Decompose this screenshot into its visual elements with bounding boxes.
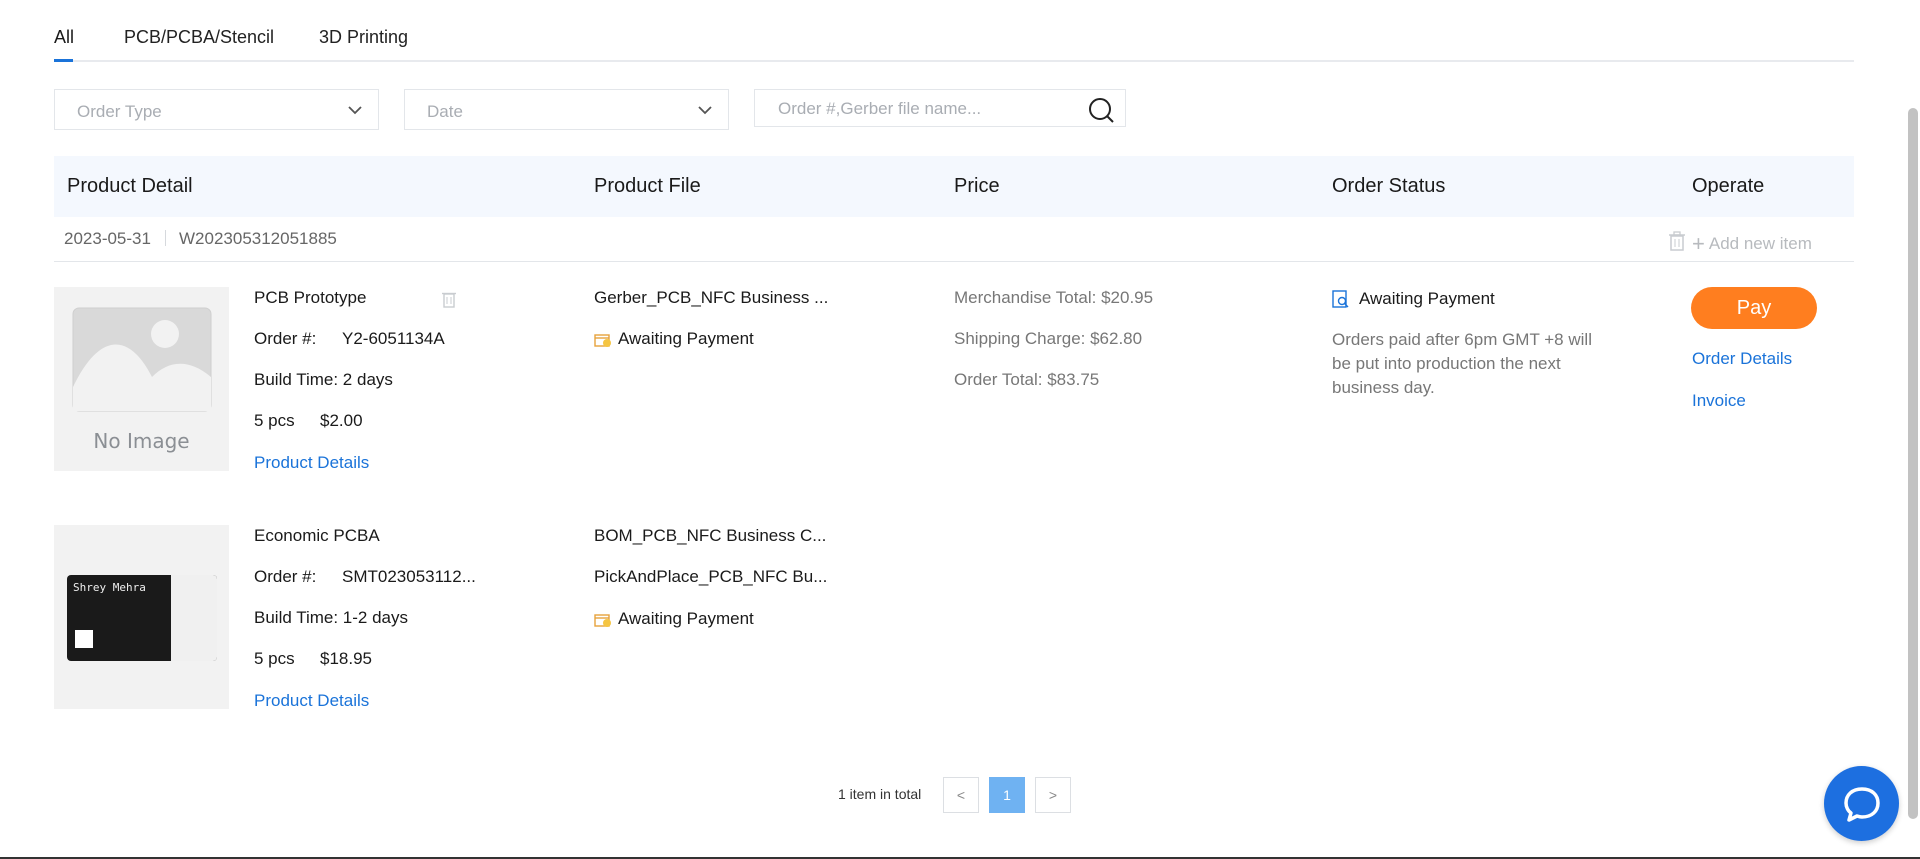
card-name: Shrey Mehra xyxy=(73,581,146,594)
search-document-icon xyxy=(1332,290,1349,308)
product-file-link[interactable]: Gerber_PCB_NFC Business ... xyxy=(594,288,828,308)
next-page-button[interactable]: > xyxy=(1035,777,1071,813)
production-note: Orders paid after 6pm GMT +8 will be put… xyxy=(1332,330,1592,397)
unit-price: $2.00 xyxy=(320,411,363,430)
product-file-link[interactable]: PickAndPlace_PCB_NFC Bu... xyxy=(594,567,827,587)
pay-button[interactable]: Pay xyxy=(1691,287,1817,329)
header-product-detail: Product Detail xyxy=(67,175,193,197)
group-order-number: W202305312051885 xyxy=(179,229,337,248)
merchandise-total: Merchandise Total: $20.95 xyxy=(954,288,1154,307)
tab-pcb-pcba-stencil[interactable]: PCB/PCBA/Stencil xyxy=(124,27,274,48)
order-number-label: Order #: xyxy=(254,329,317,348)
chat-button[interactable] xyxy=(1824,766,1899,841)
chevron-down-icon xyxy=(698,106,712,115)
awaiting-payment-icon xyxy=(594,614,611,627)
page-1-button[interactable]: 1 xyxy=(989,777,1025,813)
product-details-link[interactable]: Product Details xyxy=(254,691,369,711)
header-order-status: Order Status xyxy=(1332,175,1446,197)
header-operate: Operate xyxy=(1692,175,1765,197)
product-image-placeholder: No Image xyxy=(54,287,229,471)
product-name: Economic PCBA xyxy=(254,526,380,545)
chat-bubble-icon xyxy=(1844,787,1880,822)
trash-icon[interactable] xyxy=(441,290,457,308)
order-number-value: SMT023053112... xyxy=(342,567,476,586)
unit-price: $18.95 xyxy=(320,649,372,668)
add-new-item-label: Add new item xyxy=(1708,234,1812,253)
plus-icon: + xyxy=(1692,231,1705,256)
date-placeholder: Date xyxy=(427,102,463,121)
tab-3d-printing[interactable]: 3D Printing xyxy=(319,27,408,48)
search-input[interactable]: Order #,Gerber file name... xyxy=(754,89,1126,127)
card-pattern xyxy=(171,575,217,661)
prev-page-button[interactable]: < xyxy=(943,777,979,813)
product-file-link[interactable]: BOM_PCB_NFC Business C... xyxy=(594,526,826,546)
pagination-total: 1 item in total xyxy=(838,786,922,802)
quantity: 5 pcs xyxy=(254,649,295,668)
table-header: Product Detail Product File Price Order … xyxy=(54,156,1854,217)
build-time: Build Time: 2 days xyxy=(254,370,393,389)
build-time: Build Time: 1-2 days xyxy=(254,608,409,627)
awaiting-payment-icon xyxy=(594,334,611,347)
add-new-item-button[interactable]: + Add new item xyxy=(1692,229,1812,256)
order-status-label: Awaiting Payment xyxy=(1359,289,1495,308)
chevron-down-icon xyxy=(348,106,362,115)
product-details-link[interactable]: Product Details xyxy=(254,453,369,473)
trash-icon[interactable] xyxy=(1668,231,1686,251)
shipping-charge: Shipping Charge: $62.80 xyxy=(954,329,1143,348)
no-image-label: No Image xyxy=(93,429,190,453)
scrollbar[interactable] xyxy=(1908,108,1918,819)
order-number-label: Order #: xyxy=(254,567,317,586)
quantity: 5 pcs xyxy=(254,411,295,430)
invoice-link[interactable]: Invoice xyxy=(1692,391,1746,411)
order-group-header: 2023-05-31 W202305312051885 + Add new ite… xyxy=(54,217,1854,262)
order-number-value: Y2-6051134A xyxy=(342,329,445,348)
order-total: Order Total: $83.75 xyxy=(954,370,1100,389)
order-date: 2023-05-31 xyxy=(64,229,151,248)
header-price: Price xyxy=(954,175,1000,197)
divider xyxy=(165,230,166,246)
order-type-placeholder: Order Type xyxy=(77,102,162,121)
product-image: Shrey Mehra xyxy=(54,525,229,709)
search-placeholder: Order #,Gerber file name... xyxy=(778,99,982,118)
product-name: PCB Prototype xyxy=(254,288,367,307)
tab-all[interactable]: All xyxy=(54,27,74,48)
no-image-icon xyxy=(72,307,212,412)
search-icon[interactable] xyxy=(1087,96,1115,124)
business-card-image: Shrey Mehra xyxy=(67,575,217,661)
order-details-link[interactable]: Order Details xyxy=(1692,349,1792,369)
header-product-file: Product File xyxy=(594,175,701,197)
file-status: Awaiting Payment xyxy=(618,329,754,348)
date-select[interactable]: Date xyxy=(404,89,729,130)
order-type-select[interactable]: Order Type xyxy=(54,89,379,130)
qr-code-icon xyxy=(75,630,93,648)
active-tab-indicator xyxy=(54,59,73,62)
file-status: Awaiting Payment xyxy=(618,609,754,628)
